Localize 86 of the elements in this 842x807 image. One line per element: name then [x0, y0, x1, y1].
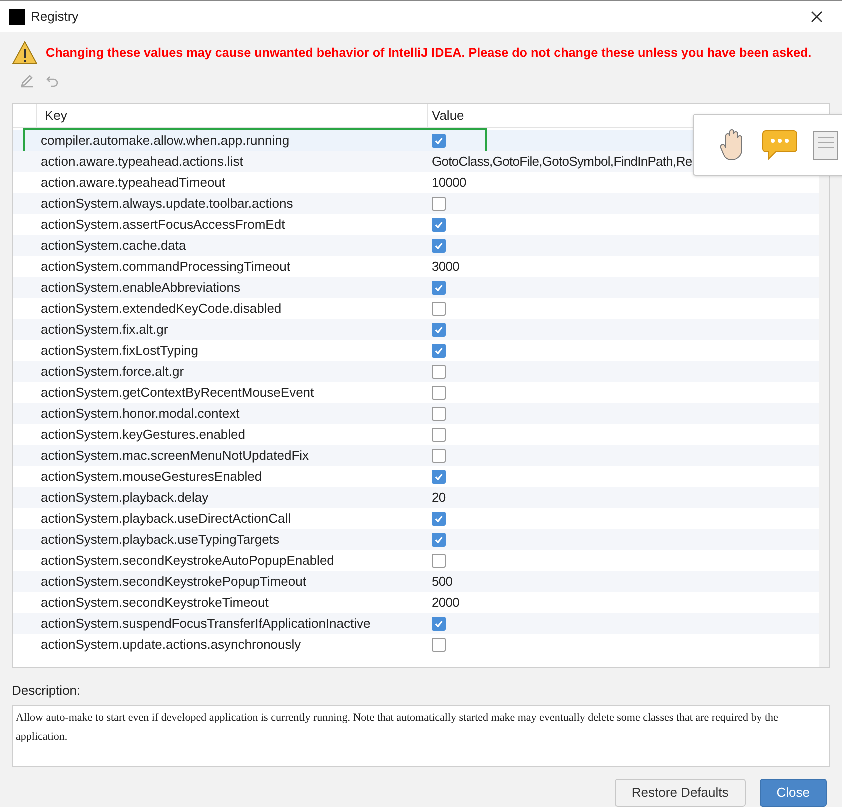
key-cell-text: actionSystem.update.actions.asynchronously	[41, 636, 302, 654]
checkbox[interactable]	[432, 218, 446, 232]
window-title: Registry	[31, 8, 79, 26]
pencil-icon	[20, 74, 34, 88]
checkbox[interactable]	[432, 512, 446, 526]
key-cell-text: actionSystem.keyGestures.enabled	[41, 426, 246, 444]
table-row[interactable]: actionSystem.secondKeystrokePopupTimeout 500	[13, 571, 819, 592]
checkmark-icon	[434, 136, 444, 146]
table-row[interactable]: actionSystem.playback.delay 20	[13, 487, 819, 508]
checkbox[interactable]	[432, 280, 446, 294]
key-cell-text: actionSystem.enableAbbreviations	[41, 278, 240, 297]
checkmark-icon	[434, 282, 444, 292]
undo-icon	[46, 74, 60, 88]
column-header[interactable]: Key	[37, 104, 428, 127]
checkbox[interactable]	[432, 470, 446, 484]
checkbox[interactable]	[432, 238, 446, 252]
checkmark-icon	[434, 346, 444, 356]
key-cell-text: actionSystem.extendedKeyCode.disabled	[41, 300, 282, 318]
checkmark-icon	[434, 240, 444, 250]
checkmark-icon	[434, 220, 444, 230]
checkbox[interactable]	[432, 134, 446, 148]
checkbox[interactable]	[432, 532, 446, 546]
checkbox[interactable]	[432, 364, 446, 378]
checkbox[interactable]	[432, 448, 446, 462]
checkmark-icon	[434, 514, 444, 524]
value-cell-text: 10000	[432, 174, 466, 192]
table-row[interactable]: actionSystem.enableAbbreviations	[13, 277, 819, 298]
key-cell-text: actionSystem.playback.delay	[41, 488, 209, 507]
checkmark-icon	[434, 472, 444, 482]
undo-button[interactable]	[46, 74, 60, 88]
key-cell-text: actionSystem.fix.alt.gr	[41, 320, 168, 339]
secondary-button[interactable]: Restore Defaults	[614, 778, 746, 806]
checkbox[interactable]	[432, 322, 446, 336]
table-row[interactable]: actionSystem.mac.screenMenuNotUpdatedFix	[13, 445, 819, 466]
primary-button[interactable]: Close	[760, 778, 827, 806]
warning-icon	[12, 41, 38, 65]
table-row[interactable]: actionSystem.force.alt.gr	[13, 361, 819, 382]
key-cell-text: actionSystem.cache.data	[41, 236, 186, 255]
key-cell-text: compiler.automake.allow.when.app.running	[41, 132, 290, 150]
checkbox[interactable]	[432, 638, 446, 652]
checkmark-icon	[434, 324, 444, 334]
checkbox[interactable]	[432, 196, 446, 210]
chat-bubble-icon[interactable]	[762, 129, 798, 161]
table-row[interactable]: actionSystem.suspendFocusTransferIfApplicationInactive	[13, 613, 819, 634]
key-cell-text: actionSystem.always.update.toolbar.actions	[41, 194, 294, 213]
key-cell-text: actionSystem.assertFocusAccessFromEdt	[41, 216, 286, 234]
table-row[interactable]: actionSystem.fix.alt.gr	[13, 319, 819, 340]
warning-message: Changing these values may cause unwanted behavior of IntelliJ IDEA. Please do not change these unless you have been asked.	[46, 44, 812, 62]
key-cell-text: actionSystem.secondKeystrokeAutoPopupEnabled	[41, 552, 334, 570]
key-cell-text: actionSystem.secondKeystrokeTimeout	[41, 594, 269, 612]
key-cell-text: actionSystem.mac.screenMenuNotUpdatedFix	[41, 446, 310, 465]
description-label: Description:	[12, 682, 82, 700]
key-cell-text: actionSystem.honor.modal.context	[41, 404, 240, 423]
value-cell-text: 500	[432, 572, 453, 591]
table-row[interactable]: actionSystem.always.update.toolbar.actions	[13, 193, 819, 214]
value-cell-text: 3000	[432, 258, 460, 276]
table-row[interactable]: actionSystem.honor.modal.context	[13, 403, 819, 424]
key-cell-text: actionSystem.suspendFocusTransferIfApplicationInactive	[41, 614, 371, 633]
key-cell-text: actionSystem.fixLostTyping	[41, 342, 199, 360]
key-cell-text: actionSystem.force.alt.gr	[41, 362, 184, 381]
checkmark-icon	[434, 618, 444, 628]
checkbox[interactable]	[432, 302, 446, 316]
checkbox[interactable]	[432, 554, 446, 568]
value-cell-text: GotoClass,GotoFile,GotoSymbol,FindInPath,Re	[432, 152, 692, 171]
table-row[interactable]: actionSystem.playback.useTypingTargets	[13, 529, 819, 550]
checkmark-icon	[434, 534, 444, 544]
close-icon	[811, 10, 823, 22]
app-logo-icon	[9, 8, 25, 24]
key-cell-text: action.aware.typeaheadTimeout	[41, 174, 226, 192]
checkbox[interactable]	[432, 428, 446, 442]
table-row[interactable]: actionSystem.cache.data	[13, 235, 819, 256]
checkbox[interactable]	[432, 386, 446, 400]
key-cell-text: actionSystem.getContextByRecentMouseEvent	[41, 384, 314, 402]
value-cell-text: 2000	[432, 594, 460, 612]
description-box: Allow auto-make to start even if developed application is currently running. Note that automatically started make may eventually delete some classes that are required by the application.	[12, 704, 830, 766]
key-cell-text: actionSystem.playback.useDirectActionCall	[41, 510, 291, 528]
checkbox[interactable]	[432, 406, 446, 420]
key-cell-text: actionSystem.commandProcessingTimeout	[41, 258, 291, 276]
key-cell-text: action.aware.typeahead.actions.list	[41, 152, 244, 171]
value-cell-text: 20	[432, 488, 446, 507]
checkbox[interactable]	[432, 344, 446, 358]
key-cell-text: actionSystem.playback.useTypingTargets	[41, 530, 280, 549]
checkbox[interactable]	[432, 616, 446, 630]
key-cell-text: actionSystem.secondKeystrokePopupTimeout	[41, 572, 306, 591]
key-cell-text: actionSystem.mouseGesturesEnabled	[41, 468, 262, 486]
edit-button[interactable]	[20, 74, 34, 88]
